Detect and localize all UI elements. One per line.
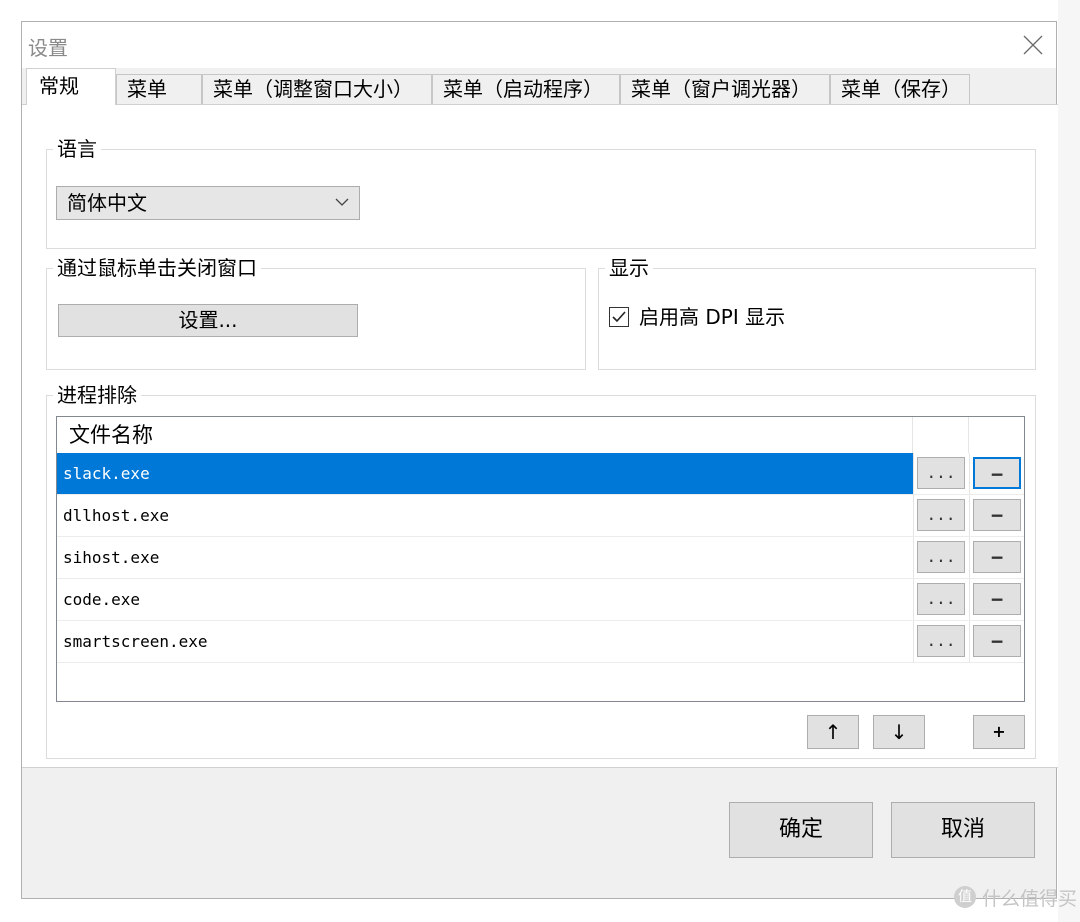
remove-button[interactable]: −: [973, 457, 1021, 489]
browse-cell: ...: [913, 537, 969, 578]
browse-cell: ...: [913, 621, 969, 662]
tab-menu-launch[interactable]: 菜单（启动程序）: [432, 74, 620, 104]
settings-dialog: 设置 常规 菜单 菜单（调整窗口大小） 菜单（启动程序） 菜单（窗户调光器） 菜…: [21, 21, 1058, 899]
list-header: 文件名称: [57, 417, 1024, 454]
column-header-browse: [913, 417, 969, 453]
checkmark-icon: [612, 311, 626, 323]
language-selected-value: 简体中文: [67, 191, 147, 215]
table-row[interactable]: sihost.exe ... −: [57, 537, 1024, 579]
remove-button[interactable]: −: [973, 499, 1021, 531]
watermark-text: 什么值得买: [982, 888, 1078, 910]
process-name: slack.exe: [63, 464, 150, 483]
close-icon: [1023, 35, 1043, 55]
ok-button[interactable]: 确定: [729, 802, 873, 858]
high-dpi-checkbox[interactable]: [609, 307, 629, 327]
remove-cell: −: [969, 621, 1024, 662]
process-name: sihost.exe: [63, 548, 160, 567]
process-name: smartscreen.exe: [63, 632, 208, 651]
mouse-close-group: 通过鼠标单击关闭窗口 设置...: [46, 255, 586, 370]
move-down-button[interactable]: ↓: [873, 715, 925, 749]
process-name: code.exe: [63, 590, 141, 609]
display-group: 显示 启用高 DPI 显示: [598, 255, 1036, 370]
chevron-down-icon: [335, 198, 349, 206]
mouse-close-group-label: 通过鼠标单击关闭窗口: [53, 255, 261, 281]
process-exclusion-group-label: 进程排除: [53, 382, 141, 408]
browse-button[interactable]: ...: [917, 457, 965, 489]
column-header-filename-label: 文件名称: [69, 423, 153, 447]
table-row[interactable]: code.exe ... −: [57, 579, 1024, 621]
tab-menu[interactable]: 菜单: [116, 74, 202, 104]
remove-cell: −: [969, 537, 1024, 578]
remove-button[interactable]: −: [973, 625, 1021, 657]
table-row[interactable]: smartscreen.exe ... −: [57, 621, 1024, 663]
browse-button[interactable]: ...: [917, 625, 965, 657]
browse-button[interactable]: ...: [917, 541, 965, 573]
remove-button[interactable]: −: [973, 583, 1021, 615]
language-select[interactable]: 简体中文: [56, 186, 360, 220]
cancel-button[interactable]: 取消: [891, 802, 1035, 858]
browse-cell: ...: [913, 453, 969, 494]
column-header-filename[interactable]: 文件名称: [57, 417, 913, 453]
mouse-close-settings-button[interactable]: 设置...: [58, 304, 358, 337]
close-button[interactable]: [1010, 22, 1056, 68]
language-group: 语言 简体中文: [46, 136, 1036, 249]
watermark-logo-icon: 值: [954, 886, 976, 908]
high-dpi-label: 启用高 DPI 显示: [639, 305, 786, 329]
tab-menu-save[interactable]: 菜单（保存）: [830, 74, 970, 104]
tab-general[interactable]: 常规: [26, 68, 116, 105]
table-row[interactable]: slack.exe ... −: [57, 453, 1024, 495]
remove-button[interactable]: −: [973, 541, 1021, 573]
process-exclusion-group: 进程排除 文件名称 slack.exe ... − dllhost.exe ..: [46, 382, 1036, 759]
window-title: 设置: [28, 36, 68, 60]
move-up-button[interactable]: ↑: [807, 715, 859, 749]
display-group-label: 显示: [605, 255, 653, 281]
browse-cell: ...: [913, 579, 969, 620]
browse-cell: ...: [913, 495, 969, 536]
table-row[interactable]: dllhost.exe ... −: [57, 495, 1024, 537]
remove-cell: −: [969, 495, 1024, 536]
remove-cell: −: [969, 453, 1024, 494]
column-header-remove: [969, 417, 1024, 453]
tab-menu-resize[interactable]: 菜单（调整窗口大小）: [202, 74, 432, 104]
language-group-label: 语言: [53, 136, 101, 162]
tab-menu-dimmer[interactable]: 菜单（窗户调光器）: [620, 74, 830, 104]
add-button[interactable]: +: [973, 715, 1025, 749]
browse-button[interactable]: ...: [917, 499, 965, 531]
background-strip: [1058, 0, 1080, 922]
tab-panel-general: 语言 简体中文 通过鼠标单击关闭窗口 设置... 显示 启用高 DPI 显示 进…: [22, 104, 1058, 768]
browse-button[interactable]: ...: [917, 583, 965, 615]
tab-strip: 常规 菜单 菜单（调整窗口大小） 菜单（启动程序） 菜单（窗户调光器） 菜单（保…: [22, 68, 1056, 105]
title-bar: 设置: [22, 22, 1056, 68]
remove-cell: −: [969, 579, 1024, 620]
process-exclusion-list: 文件名称 slack.exe ... − dllhost.exe ... − s…: [56, 416, 1025, 702]
process-name: dllhost.exe: [63, 506, 169, 525]
